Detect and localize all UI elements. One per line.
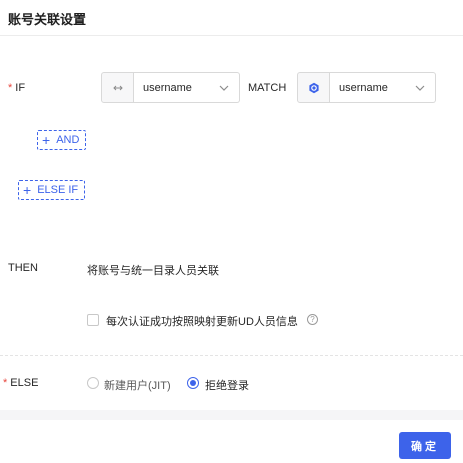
sync-checkbox[interactable] (87, 314, 99, 326)
match-operator: MATCH (248, 82, 287, 94)
radio-create-user-jit-label[interactable]: 新建用户(JIT) (104, 377, 171, 393)
left-source-icon-box[interactable] (101, 72, 134, 103)
else-label: * ELSE (3, 377, 38, 389)
required-mark: * (8, 82, 13, 94)
radio-create-user-jit[interactable] (87, 377, 99, 389)
add-and-condition-button[interactable]: + AND (37, 130, 87, 150)
ud-identity-icon (308, 82, 319, 93)
if-label-text: IF (15, 82, 26, 94)
left-attribute-select[interactable]: username (134, 72, 240, 103)
sync-checkbox-label[interactable]: 每次认证成功按照映射更新UD人员信息 (106, 313, 298, 329)
help-icon[interactable]: ? (307, 314, 318, 325)
radio-reject-login-label[interactable]: 拒绝登录 (205, 377, 249, 393)
add-else-if-button[interactable]: + ELSE IF (18, 180, 86, 200)
footer-separator (0, 410, 463, 420)
else-label-text: ELSE (10, 377, 39, 389)
section-divider (0, 355, 463, 356)
chevron-down-icon (415, 85, 425, 91)
right-attribute-value: username (339, 81, 388, 94)
chevron-down-icon (219, 85, 229, 91)
dialog-title: 账号关联设置 (8, 12, 87, 27)
title-divider (0, 35, 463, 36)
right-source-icon-box[interactable] (297, 72, 330, 103)
else-if-button-label: ELSE IF (37, 184, 79, 196)
then-action-text: 将账号与统一目录人员关联 (87, 265, 219, 277)
plus-icon: + (23, 182, 32, 198)
required-mark: * (3, 377, 8, 389)
plus-icon: + (42, 132, 51, 148)
if-label: * IF (8, 82, 25, 94)
ad-connector-icon (112, 85, 123, 90)
left-attribute-value: username (143, 81, 192, 94)
then-label: THEN (8, 262, 38, 274)
confirm-button[interactable]: 确定 (399, 432, 451, 459)
radio-reject-login[interactable] (187, 377, 199, 389)
and-button-label: AND (56, 134, 80, 146)
right-attribute-select[interactable]: username (330, 72, 436, 103)
